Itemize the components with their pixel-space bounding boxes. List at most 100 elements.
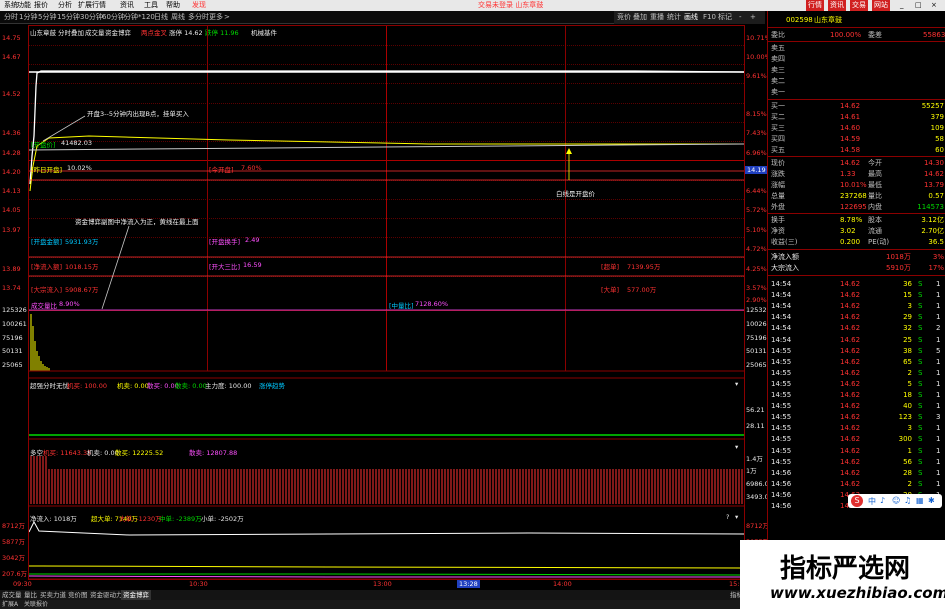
menu-item[interactable]: 分析 (58, 0, 72, 11)
panel-menu-icon[interactable]: ▾ (735, 380, 738, 388)
stat-value: 122695 (840, 203, 867, 211)
quote-button[interactable]: 行情 (806, 0, 824, 11)
separator (768, 27, 945, 28)
sell-row[interactable]: 卖五 (768, 43, 945, 53)
buy-row[interactable]: 买二 14.61 379 (768, 112, 945, 122)
tick-row[interactable]: 14:54 14.62 25 S 1 (768, 335, 945, 345)
tick-price: 14.62 (840, 379, 861, 388)
tick-row[interactable]: 14:55 14.62 1 S 1 (768, 446, 945, 456)
emoji-icon[interactable]: ☺ (892, 496, 900, 505)
toolbar-button[interactable]: 重播 (650, 11, 664, 24)
news-button[interactable]: 资讯 (828, 0, 846, 11)
menu-item[interactable]: 扩展行情 (78, 0, 106, 11)
tick-row[interactable]: 14:55 14.62 300 S 1 (768, 434, 945, 444)
tick-row[interactable]: 14:54 14.62 29 S 1 (768, 312, 945, 322)
menu-item[interactable]: 系统 (4, 0, 18, 11)
zoom-in-button[interactable]: + (750, 11, 756, 24)
minimize-icon[interactable]: _ (900, 0, 904, 11)
tick-row[interactable]: 14:55 14.62 56 S 1 (768, 457, 945, 467)
menu-item[interactable]: 发现 (192, 0, 206, 11)
tick-row[interactable]: 14:55 14.62 2 S 1 (768, 368, 945, 378)
buy-row[interactable]: 买一 14.62 55257 (768, 101, 945, 111)
period-tab[interactable]: 5分钟 (38, 11, 56, 24)
panel-menu-icon[interactable]: ▾ (735, 443, 738, 451)
tick-price: 14.62 (840, 335, 861, 344)
period-tab[interactable]: 15分钟 (57, 11, 80, 24)
toolbar-button[interactable]: 竞价 (617, 11, 631, 24)
more-arrow-icon[interactable]: > (224, 11, 230, 24)
period-tab[interactable]: 更多 (209, 11, 223, 24)
bottom-tab[interactable]: 竞价图 (68, 590, 88, 600)
tick-direction: S (918, 468, 923, 477)
tick-row[interactable]: 14:54 14.62 3 S 1 (768, 301, 945, 311)
statusbar: 扩展A 关联报价 (0, 600, 765, 609)
bottom-tab-active[interactable]: 资金博弈 (121, 590, 151, 600)
buy-row[interactable]: 买五 14.58 60 (768, 145, 945, 155)
period-tab[interactable]: 日线 (154, 11, 168, 24)
help-icon[interactable]: ? (726, 513, 729, 521)
bottom-tab[interactable]: 买卖力道 (40, 590, 66, 600)
period-tab[interactable]: 30分钟 (80, 11, 103, 24)
tick-count: 1 (936, 457, 941, 466)
ime-toolbar[interactable]: S 中 ♪ ☺ ♫ ▦ ✱ (848, 494, 942, 508)
voice-icon[interactable]: ♫ (904, 496, 911, 505)
tick-count: 5 (936, 346, 941, 355)
ime-mode[interactable]: 中 (868, 496, 876, 507)
menu-item[interactable]: 资讯 (120, 0, 134, 11)
keyboard-icon[interactable]: ▦ (916, 496, 924, 505)
close-icon[interactable]: × (931, 0, 937, 11)
toolbar-button[interactable]: 标记 (718, 11, 732, 24)
sell-row[interactable]: 卖四 (768, 54, 945, 64)
menu-item[interactable]: 工具 (144, 0, 158, 11)
maximize-icon[interactable]: □ (915, 0, 922, 11)
flow-tick: 207.6万 (2, 570, 28, 578)
tick-time: 14:54 (771, 313, 792, 322)
tick-row[interactable]: 14:54 14.62 15 S 1 (768, 290, 945, 300)
period-tab[interactable]: 周线 (171, 11, 185, 24)
bottom-tab[interactable]: 资金驱动力 (90, 590, 123, 600)
tick-volume: 5 (907, 379, 912, 388)
superbig-value: 7139.95万 (627, 263, 661, 271)
bottom-tab[interactable]: 量比 (24, 590, 37, 600)
chart-area[interactable]: 山东章鼓 分时 叠加 成交量 资金博弈 两点金叉 涨停 14.62 跌停 11.… (13, 25, 748, 588)
website-button[interactable]: 网站 (872, 0, 890, 11)
trade-button[interactable]: 交易 (850, 0, 868, 11)
period-tab[interactable]: 分钟*120 (124, 11, 155, 24)
tick-row[interactable]: 14:56 14.62 28 S 1 (768, 468, 945, 478)
tick-row[interactable]: 14:54 14.62 36 S 1 (768, 279, 945, 289)
toolbar-button[interactable]: 统计 (667, 11, 681, 24)
tick-row[interactable]: 14:55 14.62 5 S 1 (768, 379, 945, 389)
sell-row[interactable]: 卖一 (768, 87, 945, 97)
menu-item[interactable]: 报价 (34, 0, 48, 11)
tick-price: 14.62 (840, 280, 861, 288)
tick-row[interactable]: 14:55 14.62 18 S 1 (768, 390, 945, 400)
toolbar-button[interactable]: F10 (703, 11, 716, 24)
stat-value: 0.57 (928, 192, 944, 200)
menu-item[interactable]: 帮助 (166, 0, 180, 11)
status-left[interactable]: 扩展A (2, 600, 18, 609)
panel-menu-icon[interactable]: ▾ (735, 513, 738, 521)
buy-row[interactable]: 买三 14.60 109 (768, 123, 945, 133)
bottom-tab[interactable]: 成交量 (2, 590, 22, 600)
tick-row[interactable]: 14:55 14.62 3 S 1 (768, 423, 945, 433)
buy-row[interactable]: 买四 14.59 58 (768, 134, 945, 144)
punctuation-icon[interactable]: ♪ (880, 496, 885, 505)
menu-item[interactable]: 功能 (17, 0, 31, 11)
sell-row[interactable]: 卖二 (768, 76, 945, 86)
tick-row[interactable]: 14:55 14.62 38 S 5 (768, 346, 945, 356)
zoom-out-button[interactable]: - (739, 11, 742, 24)
tick-row[interactable]: 14:55 14.62 65 S 1 (768, 357, 945, 367)
period-tab[interactable]: 分时 (4, 11, 18, 24)
toolbar-button[interactable]: 画线 (684, 11, 698, 24)
toolbar-button[interactable]: 叠加 (633, 11, 647, 24)
period-tab[interactable]: 60分钟 (102, 11, 125, 24)
tick-row[interactable]: 14:54 14.62 32 S 2 (768, 323, 945, 333)
period-tab[interactable]: 1分钟 (19, 11, 37, 24)
period-tab[interactable]: 多分时 (188, 11, 209, 24)
sell-row[interactable]: 卖三 (768, 65, 945, 75)
ime-settings-icon[interactable]: ✱ (928, 496, 935, 505)
status-right[interactable]: 关联报价 (24, 600, 48, 609)
tick-row[interactable]: 14:56 14.62 2 S 1 (768, 479, 945, 489)
tick-row[interactable]: 14:55 14.62 40 S 1 (768, 401, 945, 411)
tick-row[interactable]: 14:55 14.62 123 S 3 (768, 412, 945, 422)
